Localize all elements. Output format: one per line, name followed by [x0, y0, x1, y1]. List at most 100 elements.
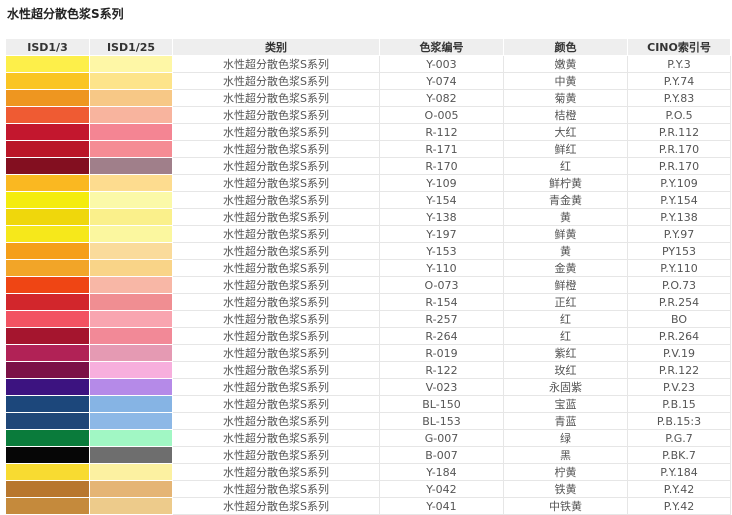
swatch-isd13	[5, 157, 90, 175]
table-row: 水性超分散色浆S系列 R-171 鲜红 P.R.170	[5, 140, 731, 158]
swatch-isd125	[89, 123, 173, 141]
table-row: 水性超分散色浆S系列 O-073 鲜橙 P.O.73	[5, 276, 731, 294]
cell-cino: P.R.264	[627, 327, 731, 345]
cell-code: Y-110	[379, 259, 504, 277]
table-row: 水性超分散色浆S系列 Y-197 鲜黄 P.Y.97	[5, 225, 731, 243]
cell-cino: P.Y.42	[627, 480, 731, 498]
cell-category: 水性超分散色浆S系列	[172, 55, 380, 73]
swatch-isd125	[89, 157, 173, 175]
swatch-isd125	[89, 395, 173, 413]
cell-code: Y-041	[379, 497, 504, 515]
table-row: 水性超分散色浆S系列 R-019 紫红 P.V.19	[5, 344, 731, 362]
table-row: 水性超分散色浆S系列 Y-138 黄 P.Y.138	[5, 208, 731, 226]
cell-category: 水性超分散色浆S系列	[172, 378, 380, 396]
cell-code: BL-153	[379, 412, 504, 430]
swatch-isd125	[89, 208, 173, 226]
swatch-isd13	[5, 174, 90, 192]
cell-color: 黄	[503, 242, 628, 260]
swatch-isd125	[89, 140, 173, 158]
cell-cino: P.Y.109	[627, 174, 731, 192]
table-row: 水性超分散色浆S系列 Y-042 铁黄 P.Y.42	[5, 480, 731, 498]
swatch-isd125	[89, 242, 173, 260]
swatch-isd125	[89, 480, 173, 498]
swatch-isd125	[89, 225, 173, 243]
cell-code: Y-197	[379, 225, 504, 243]
swatch-isd13	[5, 140, 90, 158]
cell-category: 水性超分散色浆S系列	[172, 191, 380, 209]
cell-code: Y-138	[379, 208, 504, 226]
header-isd13: ISD1/3	[5, 38, 90, 56]
cell-cino: P.Y.3	[627, 55, 731, 73]
cell-cino: P.R.254	[627, 293, 731, 311]
cell-category: 水性超分散色浆S系列	[172, 140, 380, 158]
cell-color: 鲜橙	[503, 276, 628, 294]
header-color: 颜色	[503, 38, 628, 56]
swatch-isd13	[5, 72, 90, 90]
table-row: 水性超分散色浆S系列 Y-154 青金黄 P.Y.154	[5, 191, 731, 209]
cell-category: 水性超分散色浆S系列	[172, 412, 380, 430]
cell-color: 嫩黄	[503, 55, 628, 73]
table-row: 水性超分散色浆S系列 Y-041 中铁黄 P.Y.42	[5, 497, 731, 515]
cell-category: 水性超分散色浆S系列	[172, 89, 380, 107]
swatch-isd13	[5, 344, 90, 362]
cell-color: 大红	[503, 123, 628, 141]
swatch-isd13	[5, 429, 90, 447]
table-row: 水性超分散色浆S系列 Y-082 菊黄 P.Y.83	[5, 89, 731, 107]
header-cino: CINO索引号	[627, 38, 731, 56]
table-row: 水性超分散色浆S系列 Y-184 柠黄 P.Y.184	[5, 463, 731, 481]
cell-color: 红	[503, 327, 628, 345]
cell-code: BL-150	[379, 395, 504, 413]
cell-cino: P.O.73	[627, 276, 731, 294]
cell-color: 黑	[503, 446, 628, 464]
cell-category: 水性超分散色浆S系列	[172, 344, 380, 362]
table-row: 水性超分散色浆S系列 R-264 红 P.R.264	[5, 327, 731, 345]
cell-cino: P.V.19	[627, 344, 731, 362]
swatch-isd125	[89, 327, 173, 345]
cell-color: 玫红	[503, 361, 628, 379]
swatch-isd125	[89, 89, 173, 107]
cell-color: 中黄	[503, 72, 628, 90]
swatch-isd13	[5, 378, 90, 396]
swatch-isd13	[5, 55, 90, 73]
cell-code: Y-042	[379, 480, 504, 498]
cell-color: 青蓝	[503, 412, 628, 430]
swatch-isd13	[5, 310, 90, 328]
cell-color: 菊黄	[503, 89, 628, 107]
cell-code: G-007	[379, 429, 504, 447]
table-row: 水性超分散色浆S系列 R-112 大红 P.R.112	[5, 123, 731, 141]
cell-cino: P.V.23	[627, 378, 731, 396]
table-row: 水性超分散色浆S系列 Y-153 黄 PY153	[5, 242, 731, 260]
cell-category: 水性超分散色浆S系列	[172, 463, 380, 481]
cell-cino: P.O.5	[627, 106, 731, 124]
cell-color: 红	[503, 310, 628, 328]
cell-code: B-007	[379, 446, 504, 464]
cell-category: 水性超分散色浆S系列	[172, 123, 380, 141]
cell-category: 水性超分散色浆S系列	[172, 293, 380, 311]
page-title: 水性超分散色浆S系列	[7, 7, 124, 21]
swatch-isd13	[5, 327, 90, 345]
cell-color: 紫红	[503, 344, 628, 362]
cell-code: R-154	[379, 293, 504, 311]
cell-color: 永固紫	[503, 378, 628, 396]
cell-code: R-257	[379, 310, 504, 328]
table-row: 水性超分散色浆S系列 BL-150 宝蓝 P.B.15	[5, 395, 731, 413]
table-row: 水性超分散色浆S系列 Y-003 嫩黄 P.Y.3	[5, 55, 731, 73]
cell-cino: P.R.170	[627, 157, 731, 175]
cell-category: 水性超分散色浆S系列	[172, 72, 380, 90]
cell-category: 水性超分散色浆S系列	[172, 242, 380, 260]
cell-category: 水性超分散色浆S系列	[172, 310, 380, 328]
swatch-isd13	[5, 225, 90, 243]
swatch-isd125	[89, 106, 173, 124]
cell-code: Y-154	[379, 191, 504, 209]
swatch-isd125	[89, 497, 173, 515]
table-row: 水性超分散色浆S系列 G-007 绿 P.G.7	[5, 429, 731, 447]
cell-color: 鲜红	[503, 140, 628, 158]
swatch-isd13	[5, 276, 90, 294]
table-row: 水性超分散色浆S系列 R-154 正红 P.R.254	[5, 293, 731, 311]
cell-code: Y-074	[379, 72, 504, 90]
cell-category: 水性超分散色浆S系列	[172, 395, 380, 413]
cell-cino: P.Y.154	[627, 191, 731, 209]
cell-cino: P.R.112	[627, 123, 731, 141]
table-row: 水性超分散色浆S系列 O-005 桔橙 P.O.5	[5, 106, 731, 124]
swatch-isd125	[89, 72, 173, 90]
